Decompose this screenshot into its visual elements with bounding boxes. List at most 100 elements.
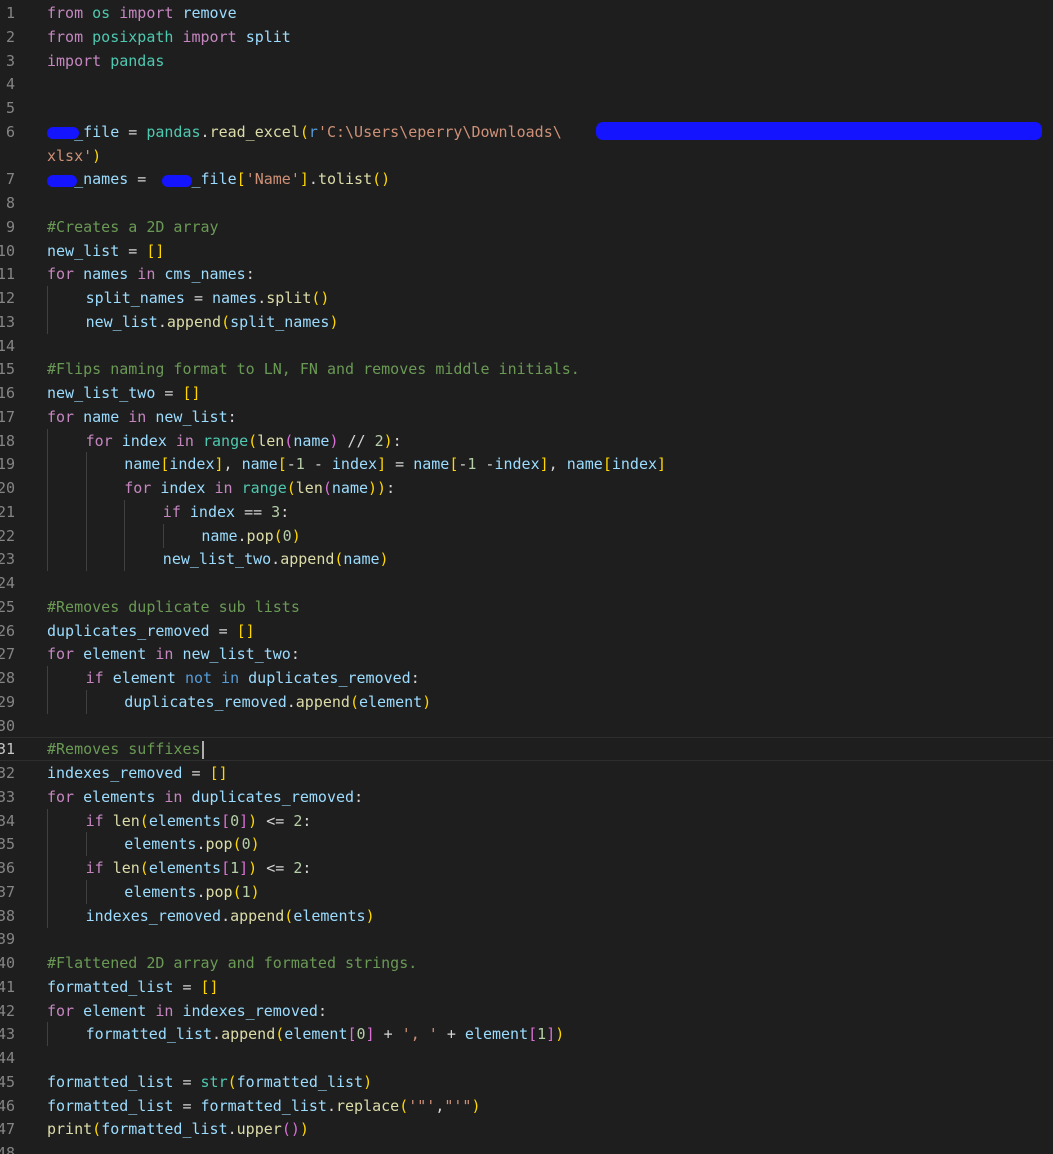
code-line[interactable]: 3 import pandas xyxy=(0,49,1053,73)
code-text[interactable]: #Removes duplicate sub lists xyxy=(47,595,300,619)
code-line[interactable]: 8 xyxy=(0,191,1053,215)
code-editor[interactable]: 1 from os import remove 2 from posixpath im… xyxy=(0,0,1053,1154)
code-line[interactable]: 29 duplicates_removed.append(element) xyxy=(0,689,1053,714)
code-line[interactable]: 10 new_list = [] xyxy=(0,239,1053,263)
code-line[interactable]: 7 _names = _file['Name'].tolist() xyxy=(0,167,1053,191)
code-text[interactable]: formatted_list = [] xyxy=(47,975,219,999)
code-line[interactable]: 4 xyxy=(0,72,1053,96)
code-line[interactable]: 48 xyxy=(0,1141,1053,1154)
code-text[interactable]: for element in new_list_two: xyxy=(47,642,300,666)
code-line[interactable]: 16 new_list_two = [] xyxy=(0,381,1053,405)
code-line[interactable]: 45 formatted_list = str(formatted_list) xyxy=(0,1070,1053,1094)
code-text[interactable]: formatted_list.append(element[0] + ', ' … xyxy=(86,1022,565,1046)
code-line[interactable]: 46 formatted_list = formatted_list.replac… xyxy=(0,1094,1053,1118)
code-line[interactable]: 17 for name in new_list: xyxy=(0,405,1053,429)
code-token: 1 xyxy=(295,455,305,474)
code-line[interactable]: 9 #Creates a 2D array xyxy=(0,215,1053,239)
code-text[interactable]: #Flattened 2D array and formated strings… xyxy=(47,951,417,975)
code-text[interactable]: new_list = [] xyxy=(47,239,164,263)
code-token: ) xyxy=(365,906,375,925)
code-text[interactable]: xlsx') xyxy=(47,144,101,168)
code-line[interactable]: 27 for element in new_list_two: xyxy=(0,642,1053,666)
code-line[interactable]: 44 xyxy=(0,1046,1053,1070)
code-line[interactable]: 13 new_list.append(split_names) xyxy=(0,309,1053,334)
code-line[interactable]: xlsx') xyxy=(0,144,1053,168)
code-line[interactable]: 33 for elements in duplicates_removed: xyxy=(0,785,1053,809)
code-token: ] xyxy=(214,455,224,474)
code-line[interactable]: 18 for index in range(len(name) // 2): xyxy=(0,428,1053,453)
code-token: = xyxy=(119,122,147,141)
code-line[interactable]: 34 if len(elements[0]) <= 2: xyxy=(0,808,1053,833)
code-text[interactable]: if len(elements[1]) <= 2: xyxy=(86,856,312,880)
code-text[interactable]: print(formatted_list.upper()) xyxy=(47,1117,309,1141)
code-line[interactable]: 25 #Removes duplicate sub lists xyxy=(0,595,1053,619)
code-line[interactable]: 5 xyxy=(0,96,1053,120)
code-text[interactable]: name.pop(0) xyxy=(201,524,300,548)
code-text[interactable]: from os import remove xyxy=(47,1,237,25)
code-line[interactable]: 30 xyxy=(0,714,1053,738)
code-line[interactable]: 23 new_list_two.append(name) xyxy=(0,547,1053,572)
code-text[interactable]: elements.pop(1) xyxy=(124,880,259,904)
code-text[interactable]: indexes_removed = [] xyxy=(47,761,228,785)
code-text[interactable]: if index == 3: xyxy=(163,500,289,524)
code-text[interactable]: from posixpath import split xyxy=(47,25,291,49)
code-text[interactable]: for names in cms_names: xyxy=(47,262,255,286)
code-text[interactable]: for index in range(len(name) // 2): xyxy=(86,429,402,453)
code-text[interactable]: import pandas xyxy=(47,49,164,73)
code-line[interactable]: 14 xyxy=(0,334,1053,358)
code-text[interactable]: for index in range(len(name)): xyxy=(124,476,395,500)
code-line[interactable]: 41 formatted_list = [] xyxy=(0,975,1053,999)
code-line[interactable]: 31 #Removes suffixes xyxy=(0,737,1053,762)
code-line[interactable]: 32 indexes_removed = [] xyxy=(0,761,1053,785)
code-line[interactable]: 21 if index == 3: xyxy=(0,499,1053,524)
code-text[interactable]: for name in new_list: xyxy=(47,405,237,429)
code-line[interactable]: 37 elements.pop(1) xyxy=(0,879,1053,904)
code-line[interactable]: 11 for names in cms_names: xyxy=(0,262,1053,286)
code-text[interactable]: #Flips naming format to LN, FN and remov… xyxy=(47,357,580,381)
code-text[interactable]: if len(elements[0]) <= 2: xyxy=(86,809,312,833)
code-token: - xyxy=(304,455,332,474)
code-line[interactable]: 43 formatted_list.append(element[0] + ', … xyxy=(0,1022,1053,1047)
indent-guide xyxy=(47,832,48,857)
code-line[interactable]: 24 xyxy=(0,571,1053,595)
code-text[interactable]: new_list_two = [] xyxy=(47,381,201,405)
code-text[interactable]: #Creates a 2D array xyxy=(47,215,219,239)
code-line[interactable]: 22 name.pop(0) xyxy=(0,523,1053,548)
code-text[interactable]: _names = _file['Name'].tolist() xyxy=(47,167,390,191)
indent-guide xyxy=(85,523,87,548)
code-text[interactable]: new_list.append(split_names) xyxy=(86,310,339,334)
code-text[interactable]: duplicates_removed = [] xyxy=(47,619,255,643)
code-line[interactable]: 19 name[index], name[-1 - index] = name[-… xyxy=(0,452,1053,477)
code-text[interactable]: indexes_removed.append(elements) xyxy=(86,904,375,928)
code-text[interactable]: split_names = names.split() xyxy=(86,286,330,310)
code-line[interactable]: 26 duplicates_removed = [] xyxy=(0,619,1053,643)
code-line[interactable]: 1 from os import remove xyxy=(0,1,1053,25)
code-text[interactable]: _file = pandas.read_excel(r'C:\Users\epe… xyxy=(47,120,562,144)
code-text[interactable]: name[index], name[-1 - index] = name[-1 … xyxy=(124,452,666,476)
code-line[interactable]: 42 for element in indexes_removed: xyxy=(0,999,1053,1023)
code-line[interactable]: 2 from posixpath import split xyxy=(0,25,1053,49)
code-line[interactable]: 20 for index in range(len(name)): xyxy=(0,476,1053,500)
code-token: element xyxy=(83,1001,147,1020)
code-text[interactable]: duplicates_removed.append(element) xyxy=(124,690,431,714)
code-text[interactable]: formatted_list = str(formatted_list) xyxy=(47,1070,372,1094)
code-text[interactable]: for element in indexes_removed: xyxy=(47,999,327,1023)
code-line[interactable]: 39 xyxy=(0,927,1053,951)
indent-guide xyxy=(85,689,87,714)
code-line[interactable]: 35 elements.pop(0) xyxy=(0,832,1053,857)
code-text[interactable]: formatted_list = formatted_list.replace(… xyxy=(47,1094,481,1118)
code-line[interactable]: 15 #Flips naming format to LN, FN and rem… xyxy=(0,357,1053,381)
code-text[interactable]: elements.pop(0) xyxy=(124,832,259,856)
code-line[interactable]: 12 split_names = names.split() xyxy=(0,286,1053,310)
code-line[interactable]: 40 #Flattened 2D array and formated strin… xyxy=(0,951,1053,975)
code-line[interactable]: 36 if len(elements[1]) <= 2: xyxy=(0,856,1053,880)
code-token: element xyxy=(112,669,176,687)
code-line[interactable]: 28 if element not in duplicates_removed: xyxy=(0,666,1053,690)
code-text[interactable]: if element not in duplicates_removed: xyxy=(86,666,420,690)
code-text[interactable]: for elements in duplicates_removed: xyxy=(47,785,363,809)
code-text[interactable]: new_list_two.append(name) xyxy=(163,547,389,571)
code-line[interactable]: 38 indexes_removed.append(elements) xyxy=(0,903,1053,928)
code-text[interactable]: #Removes suffixes xyxy=(47,738,204,760)
code-line[interactable]: 47 print(formatted_list.upper()) xyxy=(0,1117,1053,1141)
